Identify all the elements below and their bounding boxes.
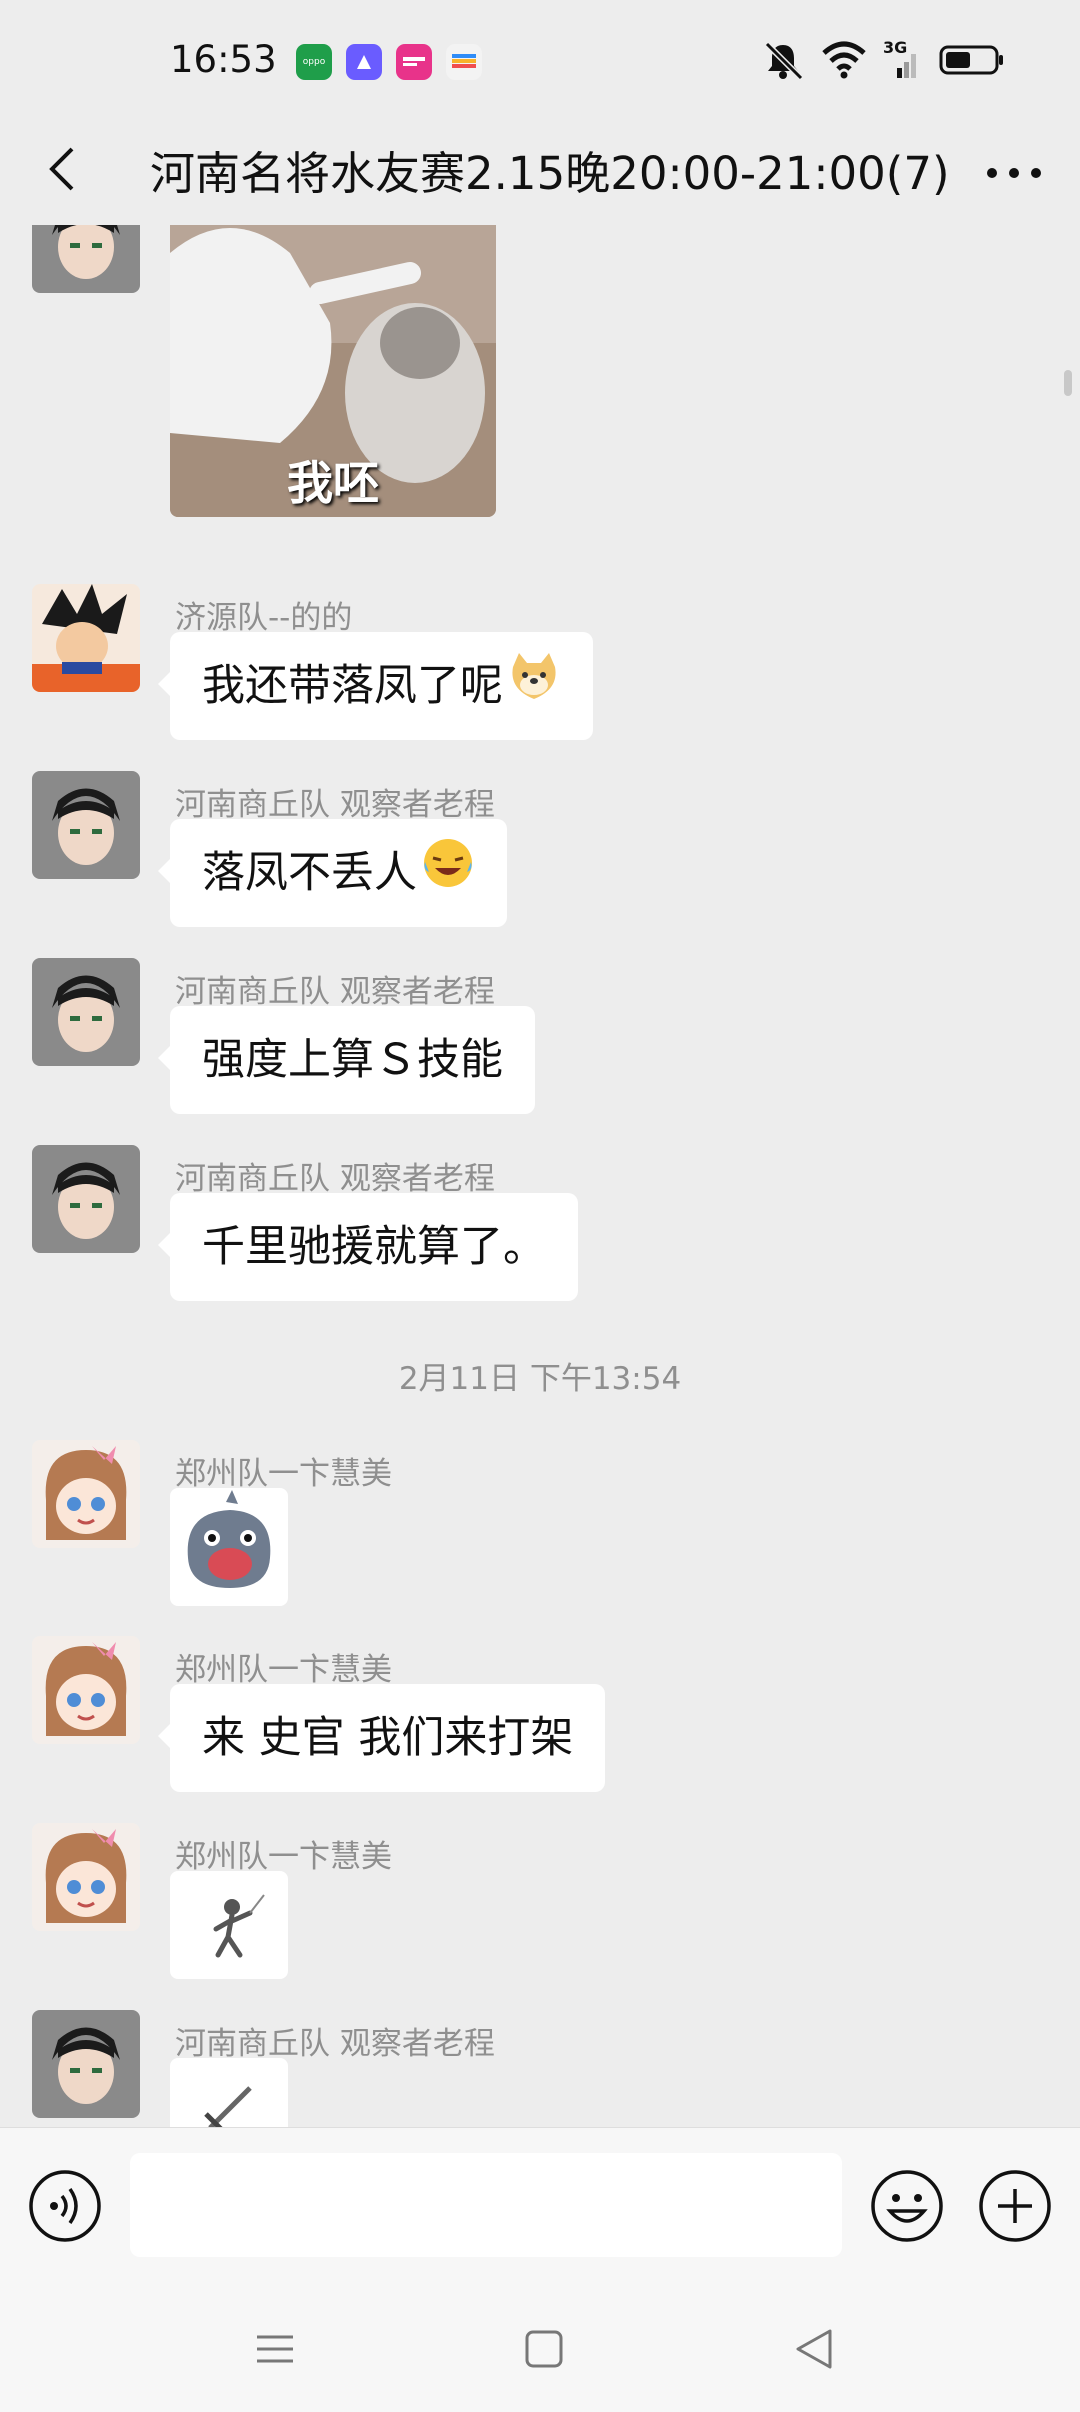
avatar[interactable] bbox=[32, 1636, 140, 1744]
oppo-app-icon: oppo bbox=[296, 44, 332, 80]
cell-signal-icon: 3G bbox=[883, 38, 923, 80]
wifi-icon bbox=[822, 41, 866, 79]
chat-screen: 16:53 oppo 3G 河南名将水友赛2.15晚20:00-21:00(7)… bbox=[0, 0, 1080, 2412]
nav-home-button[interactable] bbox=[512, 2317, 576, 2381]
more-options-button[interactable] bbox=[980, 135, 1050, 205]
message-list[interactable]: 我呸 济源队--的的 我还带落凤了呢 河南商丘队 观察者老程 落凤不丢人 河南商… bbox=[0, 225, 1080, 2127]
status-bar: 16:53 oppo 3G bbox=[0, 0, 1080, 125]
emoji-button[interactable] bbox=[870, 2169, 944, 2243]
message-text: 我还带落凤了呢 bbox=[202, 661, 503, 711]
status-time: 16:53 bbox=[170, 38, 277, 81]
message-bubble[interactable]: 我还带落凤了呢 bbox=[158, 632, 593, 743]
scrollbar-thumb[interactable] bbox=[1064, 370, 1072, 396]
message-text: 千里驰援就算了。 bbox=[202, 1222, 546, 1272]
laugh-cry-emoji-icon bbox=[421, 822, 475, 930]
mute-icon bbox=[764, 41, 804, 80]
avatar[interactable] bbox=[32, 584, 140, 692]
nav-menu-button[interactable] bbox=[243, 2317, 307, 2381]
status-right-icons: 3G bbox=[761, 38, 1005, 80]
battery-icon bbox=[939, 45, 1003, 75]
voice-button[interactable] bbox=[28, 2169, 102, 2243]
message-bubble[interactable]: 强度上算Ｓ技能 bbox=[158, 1006, 535, 1114]
message-text: 落凤不丢人 bbox=[202, 848, 417, 898]
input-bar bbox=[0, 2127, 1080, 2287]
sword-sticker[interactable] bbox=[170, 2058, 288, 2127]
sender-name: 河南商丘队 观察者老程 bbox=[175, 1161, 495, 1197]
wallet-app-icon bbox=[446, 44, 482, 80]
back-button[interactable] bbox=[30, 135, 100, 205]
message-bubble[interactable]: 千里驰援就算了。 bbox=[158, 1193, 578, 1301]
doge-emoji-icon bbox=[507, 635, 561, 743]
status-app-icons: oppo bbox=[296, 44, 482, 80]
sender-name: 郑州队一卞慧美 bbox=[175, 1652, 392, 1688]
message-text: 来 史官 我们来打架 bbox=[202, 1713, 574, 1763]
shark-sticker[interactable] bbox=[170, 1488, 288, 1606]
message-bubble[interactable]: 来 史官 我们来打架 bbox=[157, 1684, 606, 1792]
chevron-left-icon bbox=[49, 147, 74, 191]
avatar[interactable] bbox=[32, 225, 140, 293]
avatar[interactable] bbox=[32, 2010, 140, 2118]
smiley-icon bbox=[871, 2170, 943, 2242]
voice-icon bbox=[29, 2170, 101, 2242]
sender-name: 河南商丘队 观察者老程 bbox=[175, 974, 495, 1010]
cat-sticker[interactable]: 我呸 bbox=[170, 225, 496, 517]
message-input[interactable] bbox=[130, 2153, 842, 2257]
sender-name: 郑州队一卞慧美 bbox=[175, 1456, 392, 1492]
message-bubble[interactable]: 落凤不丢人 bbox=[158, 819, 507, 930]
sender-name: 郑州队一卞慧美 bbox=[175, 1839, 392, 1875]
sticker-caption: 我呸 bbox=[287, 456, 379, 510]
nav-back-button[interactable] bbox=[782, 2317, 846, 2381]
fencer-sticker[interactable] bbox=[170, 1871, 288, 1979]
menu-icon bbox=[257, 2335, 293, 2363]
chat-timestamp: 2月11日 下午13:54 bbox=[398, 1361, 682, 1397]
sender-name: 河南商丘队 观察者老程 bbox=[175, 2026, 495, 2062]
back-triangle-icon bbox=[796, 2329, 832, 2369]
plus-icon bbox=[979, 2170, 1051, 2242]
sender-name: 河南商丘队 观察者老程 bbox=[175, 787, 495, 823]
avatar[interactable] bbox=[32, 958, 140, 1066]
pink-app-icon bbox=[396, 44, 432, 80]
avatar[interactable] bbox=[32, 1145, 140, 1253]
blue-app-icon bbox=[346, 44, 382, 80]
more-dots-icon bbox=[987, 168, 1041, 178]
avatar[interactable] bbox=[32, 771, 140, 879]
chat-header: 河南名将水友赛2.15晚20:00-21:00(7) bbox=[0, 125, 1080, 225]
home-square-icon bbox=[525, 2330, 563, 2368]
sender-name: 济源队--的的 bbox=[175, 600, 353, 636]
chat-title: 河南名将水友赛2.15晚20:00-21:00(7) bbox=[150, 147, 950, 200]
system-nav-bar bbox=[0, 2287, 1080, 2412]
avatar[interactable] bbox=[32, 1440, 140, 1548]
message-text: 强度上算Ｓ技能 bbox=[202, 1035, 503, 1085]
avatar[interactable] bbox=[32, 1823, 140, 1931]
more-actions-button[interactable] bbox=[978, 2169, 1052, 2243]
